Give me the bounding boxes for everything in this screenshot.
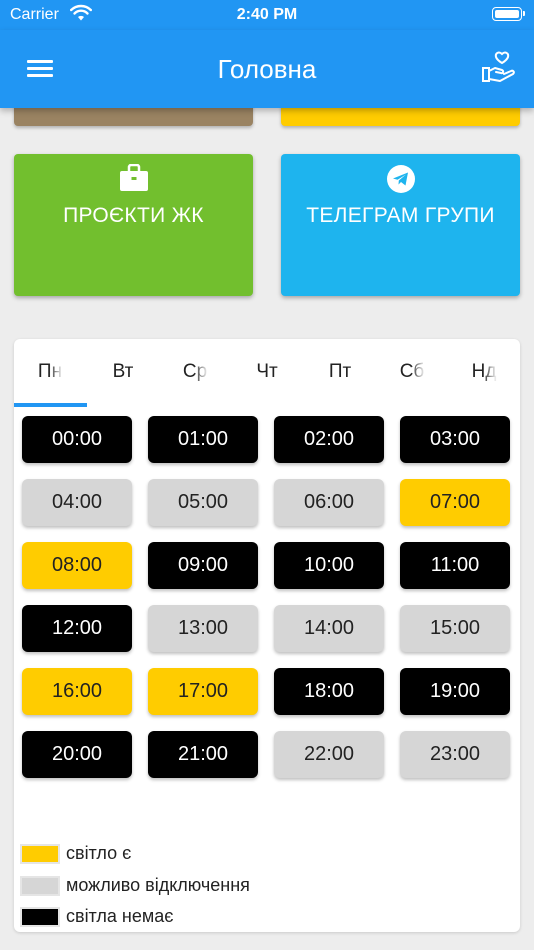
hour-slot-1400[interactable]: 14:00 — [274, 605, 384, 652]
hour-slot-1800[interactable]: 18:00 — [274, 668, 384, 715]
projects-tile-label: ПРОЄКТИ ЖК — [63, 204, 204, 227]
hour-slot-1300[interactable]: 13:00 — [148, 605, 258, 652]
telegram-groups-tile-label: ТЕЛЕГРАМ ГРУПИ — [306, 204, 495, 227]
hour-slot-2100[interactable]: 21:00 — [148, 731, 258, 778]
hour-slot-0100[interactable]: 01:00 — [148, 416, 258, 463]
tab-day-6[interactable]: Нд — [448, 339, 520, 405]
hour-slot-0500[interactable]: 05:00 — [148, 479, 258, 526]
hour-slot-0800[interactable]: 08:00 — [22, 542, 132, 589]
tab-day-4[interactable]: Пт — [304, 339, 376, 405]
hour-slot-0700[interactable]: 07:00 — [400, 479, 510, 526]
legend-swatch — [20, 844, 60, 864]
hour-slot-2300[interactable]: 23:00 — [400, 731, 510, 778]
hour-slot-1200[interactable]: 12:00 — [22, 605, 132, 652]
hour-slot-2000[interactable]: 20:00 — [22, 731, 132, 778]
outage-schedule-card: Пн Вт Ср Чт Пт Сб Нд 00:00 01:00 02:00 03:0… — [14, 339, 520, 932]
status-time: 2:40 PM — [236, 6, 298, 23]
page-title: Головна — [217, 54, 317, 84]
legend-label: світло є — [66, 843, 132, 863]
hour-slot-0200[interactable]: 02:00 — [274, 416, 384, 463]
hour-slot-0900[interactable]: 09:00 — [148, 542, 258, 589]
legend-item-light-off: світла немає — [20, 904, 340, 928]
hour-slot-0400[interactable]: 04:00 — [22, 479, 132, 526]
tab-day-0[interactable]: Пн — [14, 339, 86, 405]
legend-item-light-on: світло є — [20, 841, 340, 865]
telegram-icon — [386, 165, 415, 193]
tab-day-3[interactable]: Чт — [231, 339, 303, 405]
hour-slot-0000[interactable]: 00:00 — [22, 416, 132, 463]
briefcase-icon — [119, 164, 148, 191]
legend-swatch — [20, 907, 60, 927]
hour-slot-2200[interactable]: 22:00 — [274, 731, 384, 778]
hour-slot-1500[interactable]: 15:00 — [400, 605, 510, 652]
hour-slot-0600[interactable]: 06:00 — [274, 479, 384, 526]
telegram-groups-tile[interactable]: ТЕЛЕГРАМ ГРУПИ — [281, 154, 520, 296]
hour-slot-1100[interactable]: 11:00 — [400, 542, 510, 589]
battery-icon — [492, 7, 525, 21]
day-tabs: Пн Вт Ср Чт Пт Сб Нд — [14, 339, 520, 407]
tab-day-5[interactable]: Сб — [376, 339, 448, 405]
hour-slot-1000[interactable]: 10:00 — [274, 542, 384, 589]
tab-day-2[interactable]: Ср — [159, 339, 231, 405]
hour-slot-1600[interactable]: 16:00 — [22, 668, 132, 715]
legend-swatch — [20, 876, 60, 896]
hour-slot-0300[interactable]: 03:00 — [400, 416, 510, 463]
app-bar: Головна — [0, 30, 534, 108]
legend-label: світла немає — [66, 906, 174, 926]
donate-heart-hand-icon[interactable] — [480, 50, 518, 86]
legend-label: можливо відключення — [66, 875, 250, 895]
tab-day-1[interactable]: Вт — [87, 339, 159, 405]
legend-item-maybe: можливо відключення — [20, 873, 340, 897]
status-bar: Carrier 2:40 PM — [0, 0, 534, 30]
projects-tile[interactable]: ПРОЄКТИ ЖК — [14, 154, 253, 296]
tab-indicator — [14, 403, 87, 407]
hour-slot-1700[interactable]: 17:00 — [148, 668, 258, 715]
hour-slot-1900[interactable]: 19:00 — [400, 668, 510, 715]
